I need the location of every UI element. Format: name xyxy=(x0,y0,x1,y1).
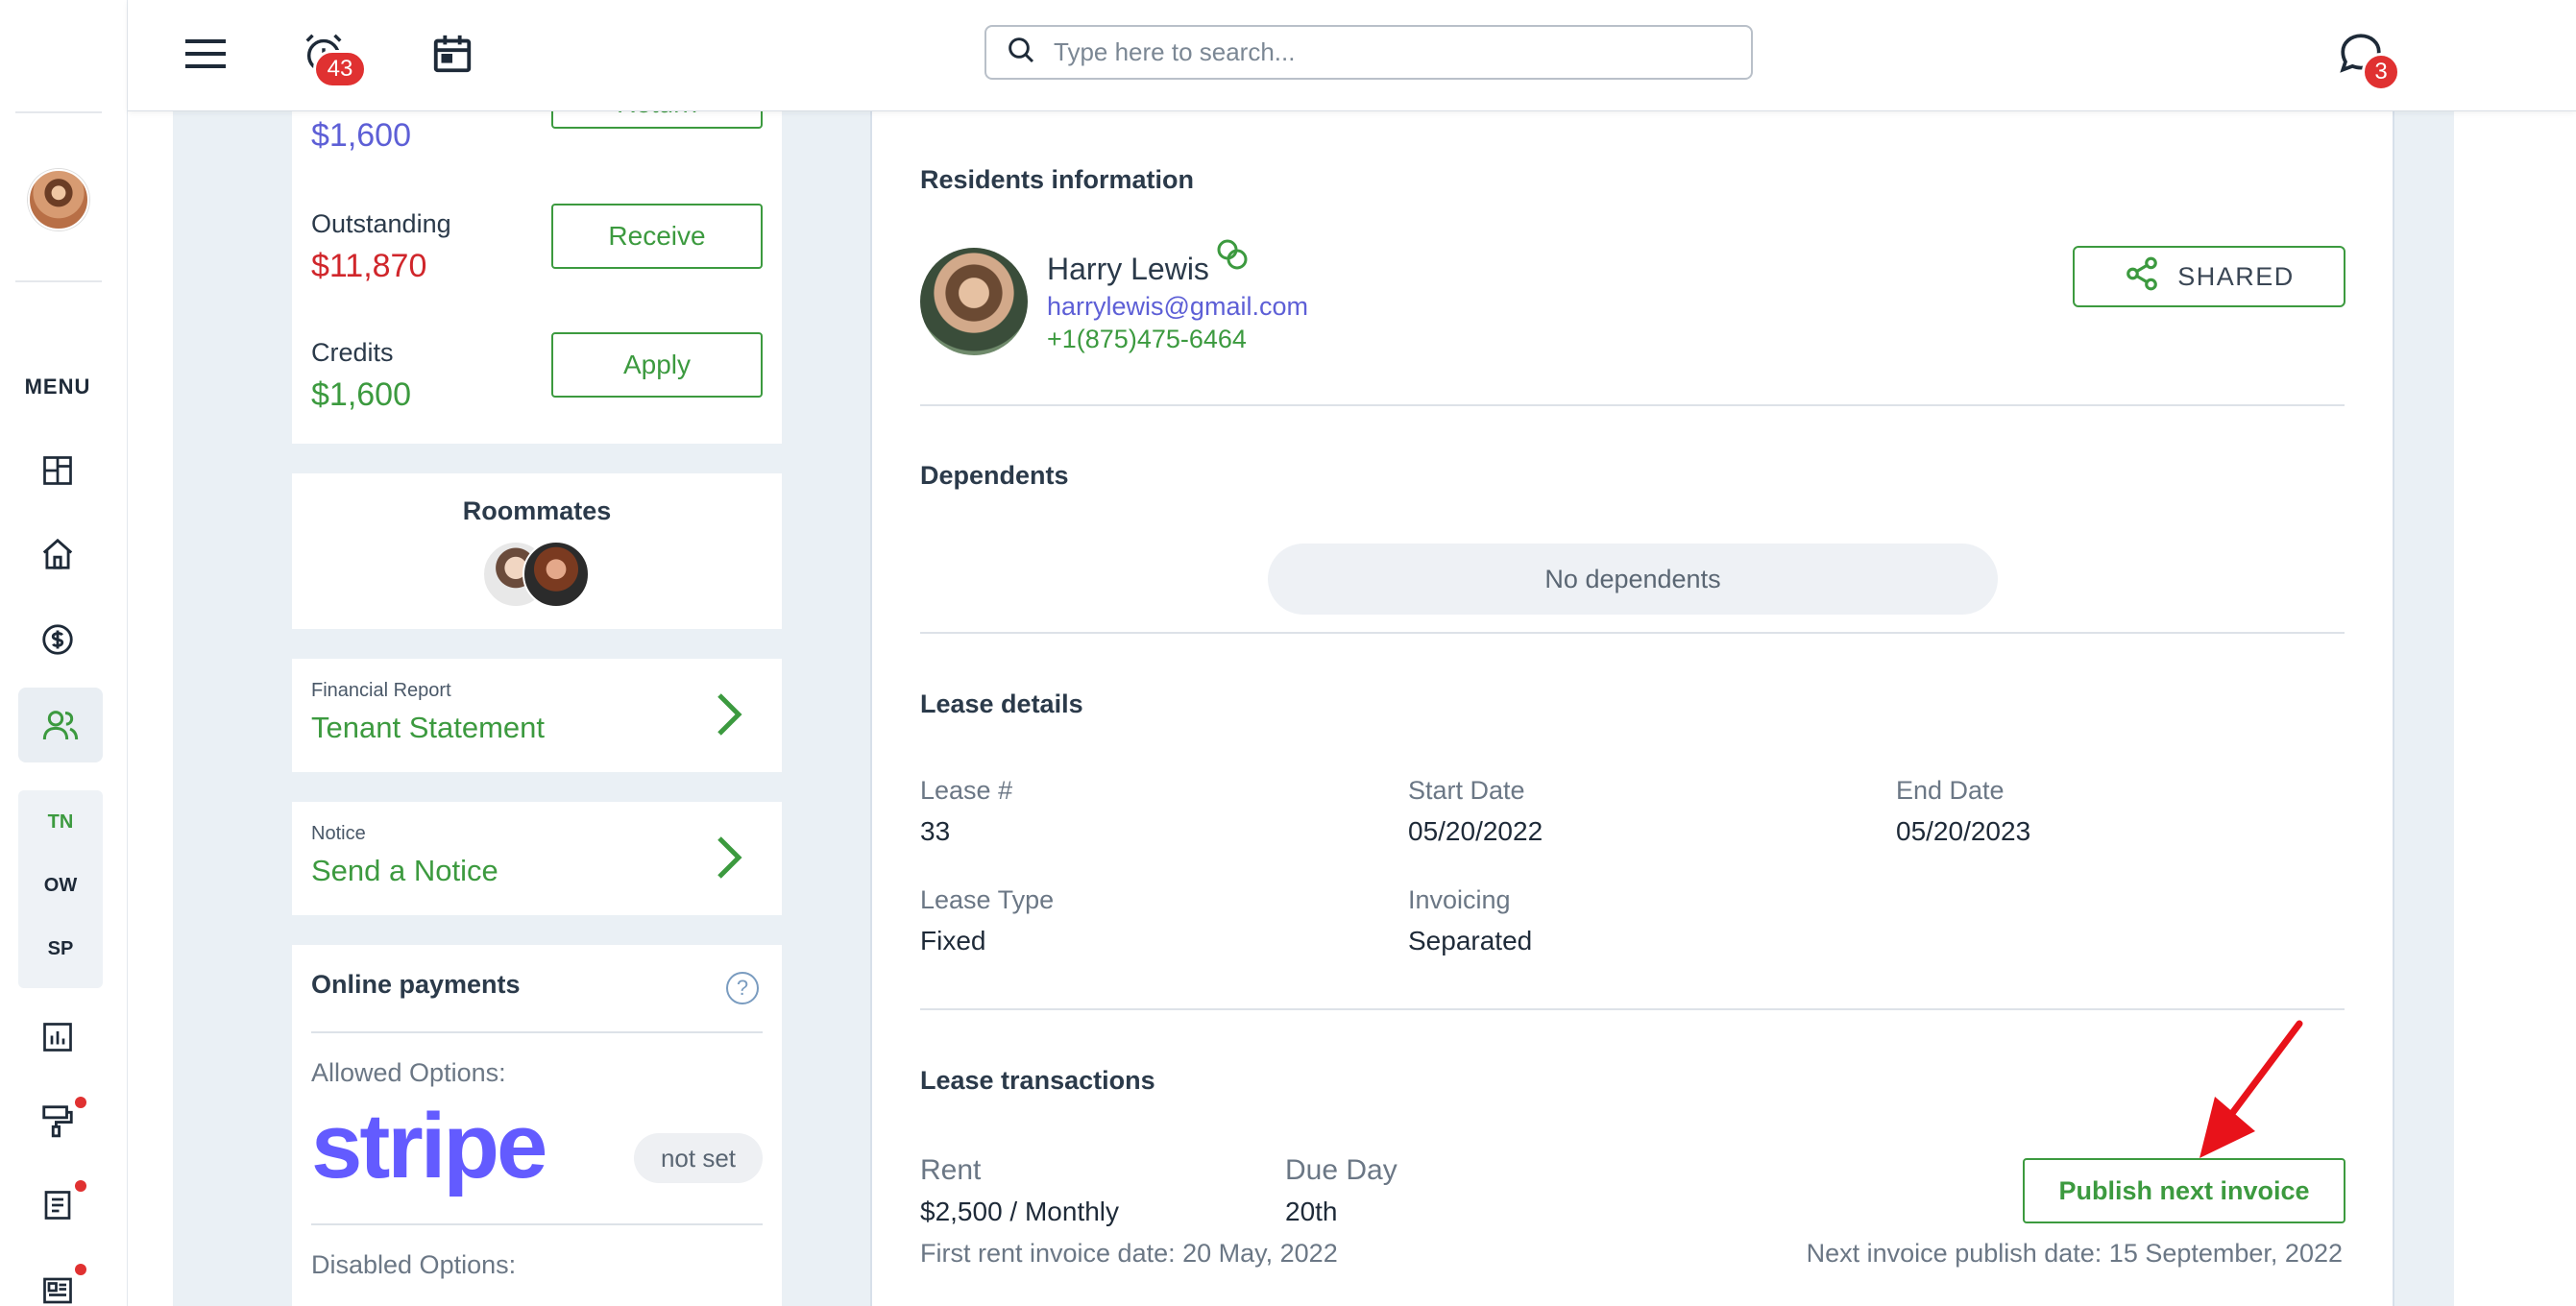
search-input[interactable] xyxy=(1054,37,1707,67)
shared-label: SHARED xyxy=(2177,261,2295,291)
first-invoice-date: First rent invoice date: 20 May, 2022 xyxy=(920,1239,1338,1268)
rent-value: $2,500 / Monthly xyxy=(920,1197,1120,1226)
online-payments-title: Online payments xyxy=(311,970,521,999)
rent-label: Rent xyxy=(920,1154,982,1186)
end-date-label: End Date xyxy=(1896,776,2005,805)
resident-name: Harry Lewis xyxy=(1047,252,1209,286)
calendar-icon[interactable] xyxy=(425,27,479,81)
divider xyxy=(311,1031,763,1033)
dashboard-icon[interactable] xyxy=(35,447,81,494)
dollar-icon[interactable] xyxy=(35,617,81,663)
financial-report-label: Financial Report xyxy=(311,680,451,701)
receive-button[interactable]: Receive xyxy=(551,204,763,269)
hamburger-menu-icon[interactable] xyxy=(179,27,232,81)
return-amount: $1,600 xyxy=(311,117,411,154)
news-icon[interactable] xyxy=(35,1268,81,1306)
due-day-label: Due Day xyxy=(1285,1154,1397,1186)
lease-transactions-title: Lease transactions xyxy=(920,1066,1155,1095)
next-invoice-date: Next invoice publish date: 15 September,… xyxy=(1806,1239,2343,1268)
lease-number-value: 33 xyxy=(920,816,951,846)
linked-icon xyxy=(1214,236,1252,279)
top-bar: 43 3 xyxy=(128,0,2576,111)
alarm-count-badge: 43 xyxy=(313,50,367,88)
search-box xyxy=(984,25,1753,80)
invoicing-label: Invoicing xyxy=(1408,885,1511,914)
document-icon[interactable] xyxy=(35,1182,81,1228)
shared-button[interactable]: SHARED xyxy=(2073,246,2345,307)
chat-count-badge: 3 xyxy=(2362,53,2400,91)
chevron-right-icon xyxy=(715,691,743,742)
sub-item-tn[interactable]: TN xyxy=(18,811,103,834)
reports-icon[interactable] xyxy=(35,1014,81,1060)
no-dependents-pill: No dependents xyxy=(1268,544,1998,615)
resident-phone[interactable]: +1(875)475-6464 xyxy=(1047,325,1247,354)
finance-card: Return $1,600 Outstanding $11,870 Receiv… xyxy=(292,75,782,444)
chevron-right-icon xyxy=(715,834,743,885)
divider xyxy=(920,1008,2345,1010)
lease-number-label: Lease # xyxy=(920,776,1013,805)
residents-title: Residents information xyxy=(920,165,1195,194)
notification-dot xyxy=(75,1180,86,1192)
resident-avatar[interactable] xyxy=(920,248,1028,355)
send-notice-link[interactable]: Send a Notice xyxy=(311,854,498,888)
disabled-options-label: Disabled Options: xyxy=(311,1250,517,1279)
lease-type-label: Lease Type xyxy=(920,885,1055,914)
divider xyxy=(920,404,2345,406)
publish-next-invoice-button[interactable]: Publish next invoice xyxy=(2023,1158,2345,1223)
tenant-details-panel: Residents information Harry Lewis harryl… xyxy=(870,111,2394,1306)
sub-menu: TN OW SP xyxy=(18,790,103,988)
apply-button[interactable]: Apply xyxy=(551,332,763,398)
maintenance-icon[interactable] xyxy=(35,1098,81,1144)
share-icon xyxy=(2124,255,2160,299)
credits-amount: $1,600 xyxy=(311,376,411,413)
divider xyxy=(920,632,2345,634)
notification-dot xyxy=(75,1264,86,1275)
notification-dot xyxy=(75,1097,86,1108)
user-avatar[interactable] xyxy=(28,169,89,230)
start-date-label: Start Date xyxy=(1408,776,1525,805)
end-date-value: 05/20/2023 xyxy=(1896,816,2031,846)
sub-item-ow[interactable]: OW xyxy=(18,875,103,897)
not-set-badge: not set xyxy=(634,1133,763,1183)
menu-label: MENU xyxy=(24,375,91,399)
lease-details-title: Lease details xyxy=(920,689,1083,718)
online-payments-card: Online payments ? Allowed Options: strip… xyxy=(292,945,782,1306)
search-icon xyxy=(1006,35,1036,70)
notice-card[interactable]: Notice Send a Notice xyxy=(292,802,782,915)
resident-email[interactable]: harrylewis@gmail.com xyxy=(1047,292,1308,322)
roommate-avatar[interactable] xyxy=(522,541,590,608)
sub-item-sp[interactable]: SP xyxy=(18,938,103,960)
notice-label: Notice xyxy=(311,823,366,844)
financial-report-card[interactable]: Financial Report Tenant Statement xyxy=(292,659,782,772)
invoicing-value: Separated xyxy=(1408,926,1533,955)
outstanding-label: Outstanding xyxy=(311,209,451,238)
help-icon[interactable]: ? xyxy=(726,972,759,1004)
lease-type-value: Fixed xyxy=(920,926,986,955)
allowed-options-label: Allowed Options: xyxy=(311,1058,506,1087)
tenant-statement-link[interactable]: Tenant Statement xyxy=(311,711,545,745)
due-day-value: 20th xyxy=(1285,1197,1338,1226)
rail-divider xyxy=(15,111,102,113)
divider xyxy=(311,1223,763,1225)
rail-divider xyxy=(15,280,102,282)
start-date-value: 05/20/2022 xyxy=(1408,816,1543,846)
roommates-title: Roommates xyxy=(462,496,612,525)
credits-label: Credits xyxy=(311,338,394,367)
tenants-icon[interactable] xyxy=(18,688,103,762)
roommates-card: Roommates xyxy=(292,473,782,629)
left-rail: MENU TN OW SP xyxy=(0,0,128,1306)
dependents-title: Dependents xyxy=(920,461,1069,490)
annotation-arrow-icon xyxy=(2199,1020,2303,1158)
home-icon[interactable] xyxy=(35,531,81,577)
stripe-logo: stripe xyxy=(311,1095,547,1197)
outstanding-amount: $11,870 xyxy=(311,248,427,284)
